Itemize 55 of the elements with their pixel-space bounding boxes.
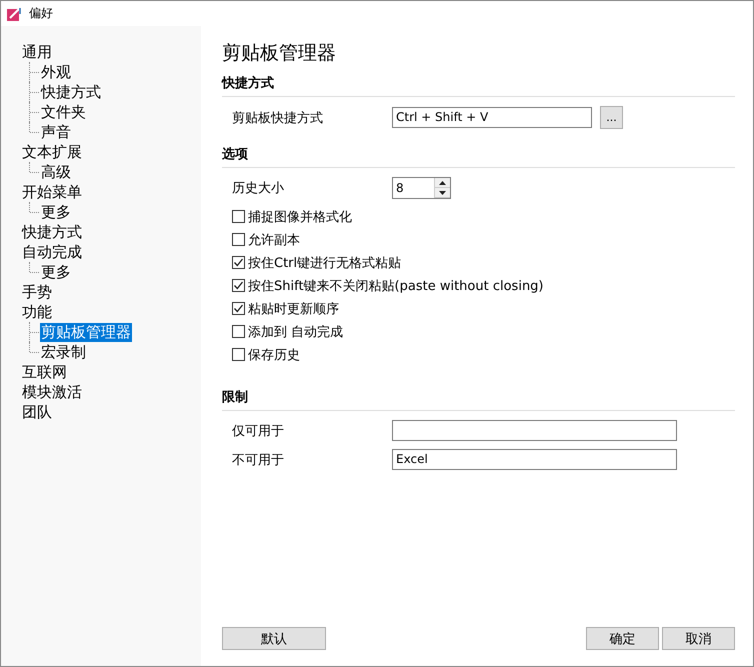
checkbox[interactable] [232, 210, 245, 223]
spin-up-button[interactable] [435, 178, 450, 188]
tree-item[interactable]: 模块激活 [21, 382, 83, 402]
checkbox-label: 粘贴时更新顺序 [248, 300, 339, 318]
tree-item[interactable]: 宏录制 [40, 342, 87, 362]
checkbox[interactable] [232, 279, 245, 292]
checkbox-label: 允许副本 [248, 232, 300, 248]
checkbox[interactable] [232, 348, 245, 361]
tree-item[interactable]: 快捷方式 [40, 82, 102, 102]
tree-item[interactable]: 文件夹 [40, 102, 87, 122]
down-arrow-icon [439, 190, 446, 194]
tree-item[interactable]: 通用 [21, 42, 53, 62]
section-heading: 快捷方式 [222, 74, 275, 92]
shortcut-field[interactable]: Ctrl + Shift + V [392, 107, 592, 128]
browse-button[interactable]: ... [600, 106, 623, 129]
input-field[interactable] [392, 420, 677, 441]
tree-item[interactable]: 外观 [40, 62, 72, 82]
checkbox-label: 按住Shift键来不关闭粘贴(paste without closing) [248, 278, 544, 294]
field-label: 剪贴板快捷方式 [232, 110, 324, 126]
cancel-button[interactable]: 取消 [662, 627, 735, 650]
tree-item[interactable]: 功能 [21, 302, 53, 322]
tree-item[interactable]: 团队 [21, 402, 53, 422]
field-label: 不可用于 [232, 452, 285, 468]
up-arrow-icon [439, 180, 446, 184]
app-icon [7, 6, 21, 20]
tree-item[interactable]: 声音 [40, 122, 72, 142]
ok-button[interactable]: 确定 [586, 627, 659, 650]
tree-item[interactable]: 更多 [40, 262, 72, 282]
tree-item[interactable]: 剪贴板管理器 [40, 322, 132, 342]
checkbox[interactable] [232, 233, 245, 246]
tree-item[interactable]: 互联网 [21, 362, 68, 382]
field-label: 历史大小 [232, 180, 285, 197]
checkbox-label: 保存历史 [248, 346, 300, 364]
tree-item[interactable]: 高级 [40, 162, 72, 182]
checkbox-label: 添加到 自动完成 [248, 324, 344, 340]
window-title: 偏好 [29, 5, 53, 22]
section-heading: 选项 [222, 146, 249, 163]
spin-down-button[interactable] [435, 188, 450, 198]
section-heading: 限制 [222, 389, 249, 406]
history-size-spinner[interactable]: 8 [392, 177, 451, 199]
page-title: 剪贴板管理器 [222, 41, 337, 66]
checkbox-label: 按住Ctrl键进行无格式粘贴 [248, 254, 402, 272]
input-field[interactable]: Excel [392, 449, 677, 470]
tree-item[interactable]: 自动完成 [21, 242, 83, 262]
default-button[interactable]: 默认 [222, 627, 326, 650]
tree-item[interactable]: 开始菜单 [21, 182, 83, 202]
tree-item[interactable]: 手势 [21, 282, 53, 302]
checkbox[interactable] [232, 302, 245, 315]
checkbox[interactable] [232, 256, 245, 269]
tree-item[interactable]: 文本扩展 [21, 142, 83, 162]
checkbox[interactable] [232, 325, 245, 338]
field-label: 仅可用于 [232, 422, 285, 440]
tree-item[interactable]: 快捷方式 [21, 222, 83, 242]
tree-item[interactable]: 更多 [40, 202, 72, 222]
checkbox-label: 捕捉图像并格式化 [248, 208, 352, 226]
